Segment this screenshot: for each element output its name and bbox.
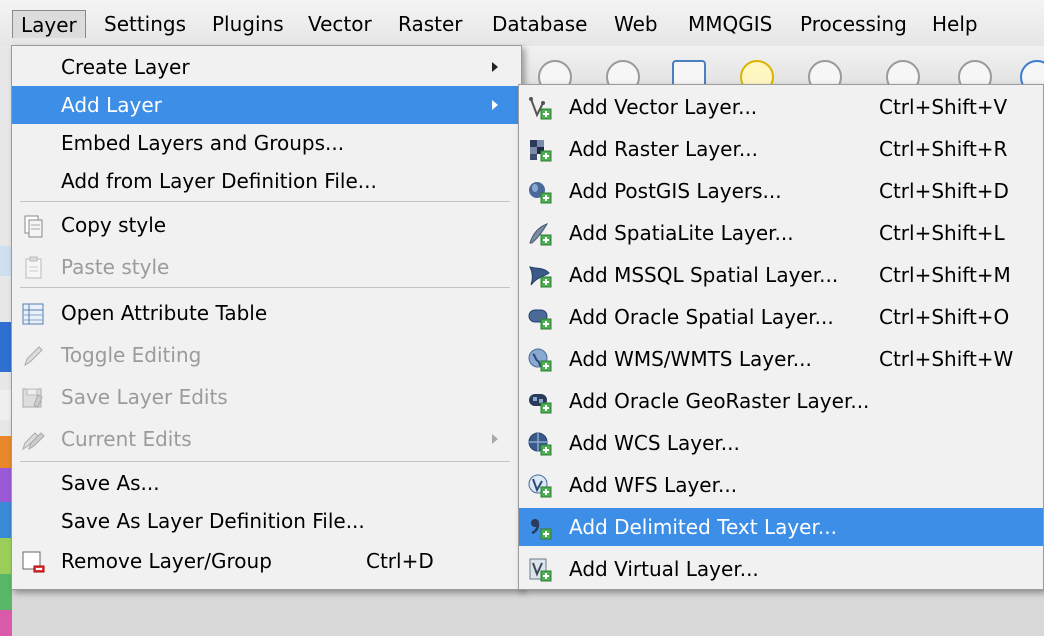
menu-item-label: Paste style bbox=[61, 255, 170, 279]
menu-item-add-from-definition[interactable]: Add from Layer Definition File... bbox=[12, 162, 521, 200]
remove-layer-icon bbox=[20, 549, 46, 575]
menu-item-shortcut: Ctrl+Shift+D bbox=[879, 179, 1009, 203]
vector-layer-icon bbox=[527, 95, 553, 121]
menu-item-toggle-editing[interactable]: Toggle Editing bbox=[12, 336, 521, 374]
menu-item-label: Create Layer bbox=[61, 55, 190, 79]
menu-vector[interactable]: Vector bbox=[300, 10, 380, 38]
submenu-item-add-spatialite-layer[interactable]: Add SpatiaLite Layer... Ctrl+Shift+L bbox=[519, 214, 1043, 252]
menu-separator bbox=[20, 287, 510, 288]
add-layer-submenu: Add Vector Layer... Ctrl+Shift+V Add Ras… bbox=[518, 84, 1044, 590]
submenu-item-add-raster-layer[interactable]: Add Raster Layer... Ctrl+Shift+R bbox=[519, 130, 1043, 168]
submenu-item-add-delimited-text-layer[interactable]: Add Delimited Text Layer... bbox=[519, 508, 1043, 546]
menu-processing[interactable]: Processing bbox=[792, 10, 915, 38]
menu-item-label: Add Oracle Spatial Layer... bbox=[569, 305, 834, 329]
menu-plugins[interactable]: Plugins bbox=[204, 10, 292, 38]
save-edits-icon bbox=[20, 385, 46, 411]
delimited-text-icon bbox=[527, 515, 553, 541]
menu-item-shortcut: Ctrl+Shift+W bbox=[879, 347, 1014, 371]
wms-icon bbox=[527, 347, 553, 373]
attribute-table-icon bbox=[20, 301, 46, 327]
menu-item-shortcut: Ctrl+Shift+M bbox=[879, 263, 1011, 287]
menu-item-label: Save Layer Edits bbox=[61, 385, 228, 409]
menu-item-save-as[interactable]: Save As... bbox=[12, 464, 521, 502]
menu-item-label: Add WFS Layer... bbox=[569, 473, 738, 497]
submenu-item-add-wms-wmts-layer[interactable]: Add WMS/WMTS Layer... Ctrl+Shift+W bbox=[519, 340, 1043, 378]
menu-item-label: Add from Layer Definition File... bbox=[61, 169, 377, 193]
submenu-arrow-icon bbox=[492, 434, 498, 444]
menu-item-label: Add Delimited Text Layer... bbox=[569, 515, 837, 539]
submenu-item-add-postgis-layers[interactable]: Add PostGIS Layers... Ctrl+Shift+D bbox=[519, 172, 1043, 210]
menu-mmqgis[interactable]: MMQGIS bbox=[680, 10, 780, 38]
submenu-arrow-icon bbox=[492, 62, 498, 72]
submenu-item-add-oracle-spatial-layer[interactable]: Add Oracle Spatial Layer... Ctrl+Shift+O bbox=[519, 298, 1043, 336]
menu-item-add-layer[interactable]: Add Layer bbox=[12, 86, 521, 124]
menu-item-shortcut: Ctrl+Shift+R bbox=[879, 137, 1008, 161]
submenu-item-add-vector-layer[interactable]: Add Vector Layer... Ctrl+Shift+V bbox=[519, 88, 1043, 126]
menu-item-shortcut: Ctrl+Shift+V bbox=[879, 95, 1008, 119]
menu-item-label: Open Attribute Table bbox=[61, 301, 268, 325]
menu-item-create-layer[interactable]: Create Layer bbox=[12, 48, 521, 86]
spatialite-icon bbox=[527, 221, 553, 247]
menu-raster[interactable]: Raster bbox=[390, 10, 471, 38]
menu-item-label: Add SpatiaLite Layer... bbox=[569, 221, 794, 245]
menu-item-label: Add PostGIS Layers... bbox=[569, 179, 782, 203]
submenu-item-add-virtual-layer[interactable]: Add Virtual Layer... bbox=[519, 550, 1043, 588]
menu-database[interactable]: Database bbox=[484, 10, 595, 38]
oracle-icon bbox=[527, 305, 553, 331]
menu-item-label: Add Raster Layer... bbox=[569, 137, 758, 161]
paste-style-icon bbox=[20, 255, 46, 281]
pencil-icon bbox=[20, 343, 46, 369]
menu-layer[interactable]: Layer bbox=[12, 10, 86, 38]
menu-item-remove-layer[interactable]: Remove Layer/Group Ctrl+D bbox=[12, 542, 521, 580]
menu-item-label: Add Layer bbox=[61, 93, 162, 117]
menu-separator bbox=[20, 201, 510, 202]
menu-item-label: Current Edits bbox=[61, 427, 192, 451]
menu-item-open-attribute-table[interactable]: Open Attribute Table bbox=[12, 294, 521, 332]
menu-item-label: Save As Layer Definition File... bbox=[61, 509, 365, 533]
wfs-icon bbox=[527, 473, 553, 499]
postgis-icon bbox=[527, 179, 553, 205]
menu-item-label: Add WMS/WMTS Layer... bbox=[569, 347, 812, 371]
menu-item-label: Add Vector Layer... bbox=[569, 95, 758, 119]
wcs-icon bbox=[527, 431, 553, 457]
menu-item-label: Embed Layers and Groups... bbox=[61, 131, 345, 155]
menu-item-embed-layers[interactable]: Embed Layers and Groups... bbox=[12, 124, 521, 162]
menu-item-shortcut: Ctrl+Shift+O bbox=[879, 305, 1010, 329]
virtual-layer-icon bbox=[527, 557, 553, 583]
menu-item-label: Copy style bbox=[61, 213, 167, 237]
menu-item-label: Save As... bbox=[61, 471, 160, 495]
raster-layer-icon bbox=[527, 137, 553, 163]
menu-item-current-edits[interactable]: Current Edits bbox=[12, 420, 521, 458]
submenu-item-add-mssql-layer[interactable]: Add MSSQL Spatial Layer... Ctrl+Shift+M bbox=[519, 256, 1043, 294]
menu-item-label: Add Virtual Layer... bbox=[569, 557, 759, 581]
mssql-icon bbox=[527, 263, 553, 289]
menu-help[interactable]: Help bbox=[924, 10, 986, 38]
menu-separator bbox=[20, 461, 510, 462]
menu-item-copy-style[interactable]: Copy style bbox=[12, 206, 521, 244]
menu-bar: Layer Settings Plugins Vector Raster Dat… bbox=[0, 0, 1044, 47]
submenu-item-add-wfs-layer[interactable]: Add WFS Layer... bbox=[519, 466, 1043, 504]
menu-item-save-as-definition[interactable]: Save As Layer Definition File... bbox=[12, 502, 521, 540]
menu-item-label: Toggle Editing bbox=[61, 343, 202, 367]
menu-item-shortcut: Ctrl+D bbox=[366, 549, 434, 573]
menu-item-save-layer-edits[interactable]: Save Layer Edits bbox=[12, 378, 521, 416]
menu-item-label: Add Oracle GeoRaster Layer... bbox=[569, 389, 870, 413]
georaster-icon bbox=[527, 389, 553, 415]
layer-menu: Create Layer Add Layer Embed Layers and … bbox=[11, 45, 522, 590]
submenu-item-add-wcs-layer[interactable]: Add WCS Layer... bbox=[519, 424, 1043, 462]
submenu-arrow-icon bbox=[492, 100, 498, 110]
menu-item-label: Add MSSQL Spatial Layer... bbox=[569, 263, 839, 287]
menu-item-label: Add WCS Layer... bbox=[569, 431, 740, 455]
menu-settings[interactable]: Settings bbox=[96, 10, 194, 38]
submenu-item-add-oracle-georaster-layer[interactable]: Add Oracle GeoRaster Layer... bbox=[519, 382, 1043, 420]
menu-item-label: Remove Layer/Group bbox=[61, 549, 272, 573]
copy-style-icon bbox=[20, 213, 46, 239]
current-edits-icon bbox=[20, 427, 46, 453]
menu-web[interactable]: Web bbox=[606, 10, 666, 38]
menu-item-paste-style[interactable]: Paste style bbox=[12, 248, 521, 286]
menu-item-shortcut: Ctrl+Shift+L bbox=[879, 221, 1005, 245]
